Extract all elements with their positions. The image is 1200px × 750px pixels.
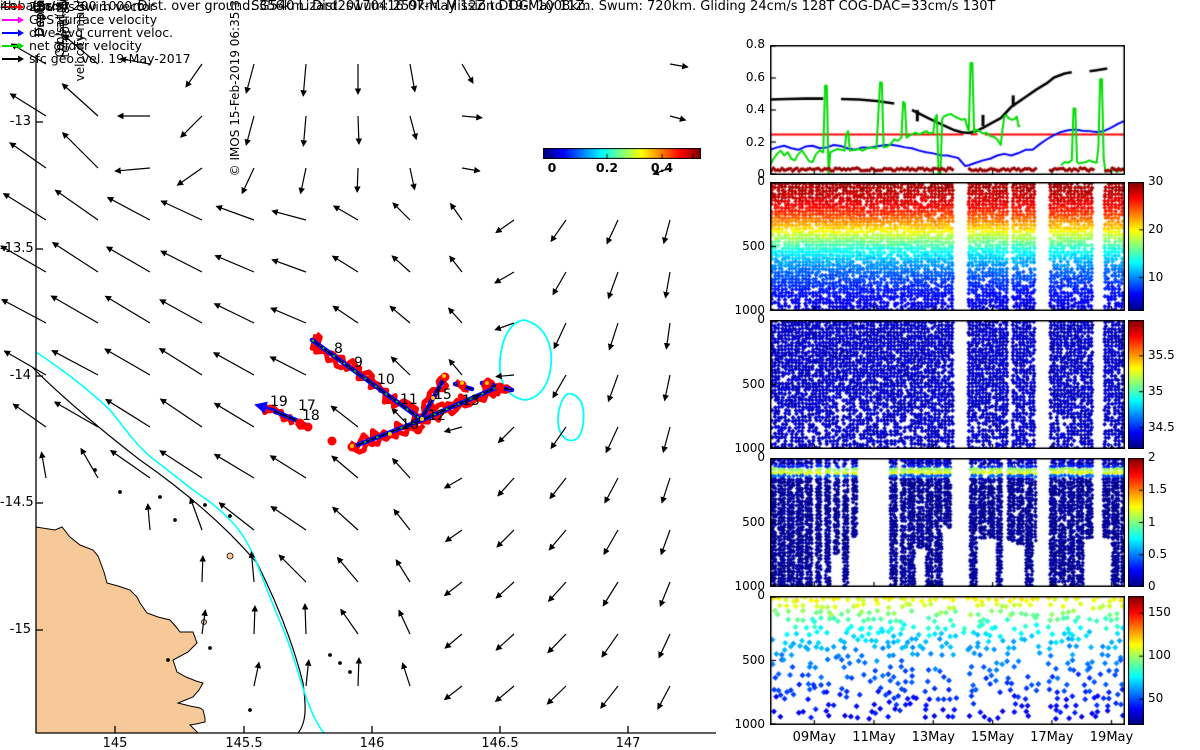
dive-number-label: 19 — [270, 394, 288, 410]
dive-number-label: 8 — [334, 341, 343, 357]
map-x-tick-label: 146.5 — [481, 736, 519, 750]
map-colorbar-tick-label: 0.2 — [595, 160, 619, 175]
cbar-label-oxygen: Ox. sat. ratio (%) — [53, 0, 67, 58]
reef-outlines — [498, 319, 585, 442]
map-y-tick-label: -14 — [9, 368, 31, 383]
panel-y-tick-label: 0 — [757, 588, 765, 602]
colorbar-tick-label: 35 — [1148, 383, 1164, 398]
colorbar-tick-label: 100 — [1148, 648, 1171, 663]
legend-item-label: sfc geo. vel. 19-May-2017 — [29, 51, 191, 66]
legend-item: sfc geo. vel. 19-May-2017 — [0, 51, 191, 66]
panel-y-tick-label: 500 — [742, 238, 765, 253]
colorbar-chl — [1128, 458, 1144, 587]
colorbar-tick-label: 34.5 — [1148, 419, 1175, 434]
panel-velocity — [770, 45, 1125, 175]
dive-number-label: 13 — [462, 393, 480, 409]
colorbar-tick-label: 0 — [1148, 579, 1156, 593]
colorbar-tick-label: 2 — [1148, 450, 1156, 464]
map-colorbar-tick-label: 0.4 — [650, 160, 674, 175]
panel-salinity — [770, 320, 1125, 449]
colorbar-tick-label: 10 — [1148, 269, 1164, 284]
map-colorbar — [543, 148, 701, 159]
panel-temperature — [770, 182, 1125, 311]
legend-line-sample — [2, 29, 24, 36]
legend-line-sample — [2, 55, 24, 62]
colorbar-tick-label: 1 — [1148, 514, 1156, 529]
glider-track: 89101112131516171819 — [254, 331, 515, 455]
colorbar-salinity — [1128, 320, 1144, 449]
map-x-tick-label: 147 — [615, 736, 641, 750]
map-colorbar-tick-label: 0 — [547, 160, 557, 175]
map-y-tick-label: -13.5 — [0, 241, 34, 256]
panel-y-tick-label: 0 — [757, 174, 765, 188]
panel-y-tick-label: 500 — [742, 652, 765, 667]
legend-line-sample — [2, 16, 24, 23]
colorbar-temperature — [1128, 182, 1144, 311]
velocity-y-tick-label: 0.4 — [745, 102, 765, 116]
map-y-tick-label: -13 — [9, 114, 31, 129]
colorbar-oxygen — [1128, 596, 1144, 725]
dive-number-label: 11 — [400, 392, 418, 408]
panel-y-tick-label: 1000 — [734, 717, 765, 731]
dive-number-label: 10 — [377, 372, 395, 388]
colorbar-tick-label: 50 — [1148, 691, 1164, 706]
copyright-note: © IMOS 15-Feb-2019 06:35:31 Hobart time.… — [228, 0, 242, 177]
velocity-y-tick-label: 0.8 — [745, 37, 765, 51]
velocity-y-tick-label: 0.6 — [745, 69, 765, 84]
panel-y-tick-label: 500 — [742, 376, 765, 391]
colorbar-tick-label: 35.5 — [1148, 347, 1175, 362]
date-tick-label: 19May — [1089, 730, 1134, 745]
map-y-tick-label: -14.5 — [0, 495, 34, 510]
dive-number-label: 18 — [302, 408, 320, 424]
colorbar-tick-label: 0.5 — [1148, 546, 1168, 561]
panel-oxygen — [770, 596, 1125, 725]
map-x-tick-label: 146 — [359, 736, 385, 750]
dive-number-label: 12 — [428, 408, 446, 424]
panel-y-tick-label: 0 — [757, 450, 765, 464]
velocity-ylabel: velocity magnitude (m/s) — [73, 0, 87, 82]
colorbar-tick-label: 30 — [1148, 174, 1164, 188]
map-x-tick-label: 145 — [102, 736, 128, 750]
map-y-tick-label: -15 — [9, 622, 31, 637]
figure-root: SG540 Lizard20170416 07-May 12Z to 19-Ma… — [0, 0, 1200, 750]
map-x-tick-label: 145.5 — [225, 736, 263, 750]
colorbar-tick-label: 150 — [1148, 605, 1171, 620]
dive-number-label: 9 — [354, 355, 363, 371]
velocity-y-tick-label: 0.2 — [745, 134, 765, 149]
cbar-label-salinity: salinity — [33, 0, 47, 28]
panel-y-tick-label: 500 — [742, 514, 765, 529]
panel-y-tick-label: 0 — [757, 312, 765, 326]
panel-chl — [770, 458, 1125, 587]
colorbar-tick-label: 20 — [1148, 221, 1164, 236]
legend-line-sample — [2, 42, 24, 49]
dive-number-label: 15 — [434, 387, 452, 403]
dive-number-label: 16 — [401, 417, 419, 433]
colorbar-tick-label: 1.5 — [1148, 482, 1168, 497]
